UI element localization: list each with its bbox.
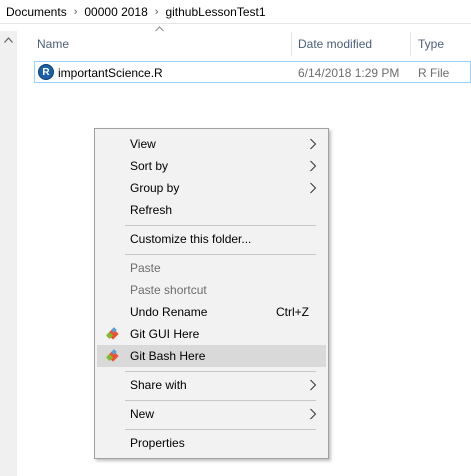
menu-item-sort-by-label: Sort by [130, 159, 169, 173]
menu-item-customize-label: Customize this folder... [130, 232, 252, 246]
menu-item-undo-rename-shortcut: Ctrl+Z [276, 305, 309, 319]
menu-item-git-gui-label: Git GUI Here [130, 327, 200, 341]
menu-item-git-bash-here[interactable]: Git Bash Here [97, 345, 326, 367]
breadcrumb-item-documents[interactable]: Documents [6, 5, 67, 19]
column-header-date-label: Date modified [298, 37, 373, 51]
menu-item-refresh[interactable]: Refresh [97, 199, 326, 221]
menu-item-group-by-label: Group by [130, 181, 180, 195]
git-logo-icon [106, 327, 119, 340]
menu-item-sort-by[interactable]: Sort by [97, 155, 326, 177]
chevron-right-icon[interactable]: › [155, 6, 159, 18]
navigation-pane-scrollbar[interactable] [0, 31, 17, 476]
menu-item-git-gui-here[interactable]: Git GUI Here [97, 323, 326, 345]
column-header-name-label: Name [37, 37, 70, 51]
context-menu: View Sort by Group by Refresh Customize … [94, 128, 329, 459]
menu-item-new-label: New [130, 407, 155, 421]
menu-separator [125, 371, 316, 372]
menu-item-new[interactable]: New [97, 403, 326, 425]
menu-item-paste-shortcut: Paste shortcut [97, 279, 326, 301]
menu-item-paste-shortcut-label: Paste shortcut [130, 283, 207, 297]
menu-separator [125, 400, 316, 401]
menu-item-view-label: View [130, 137, 156, 151]
column-header-type[interactable]: Type [418, 32, 471, 56]
menu-separator [125, 225, 316, 226]
menu-item-customize-folder[interactable]: Customize this folder... [97, 228, 326, 250]
chevron-right-icon[interactable]: › [74, 6, 78, 18]
menu-item-paste: Paste [97, 257, 326, 279]
menu-item-git-bash-label: Git Bash Here [130, 349, 206, 363]
chevron-right-icon [310, 138, 317, 150]
chevron-right-icon [310, 182, 317, 194]
file-type: R File [418, 66, 450, 80]
column-divider[interactable] [291, 32, 292, 56]
column-divider[interactable] [410, 32, 411, 56]
r-file-icon-letter: R [42, 66, 50, 78]
menu-item-undo-rename[interactable]: Undo Rename Ctrl+Z [97, 301, 326, 323]
menu-item-properties-label: Properties [130, 436, 185, 450]
column-header-date-modified[interactable]: Date modified [298, 32, 410, 56]
chevron-right-icon [310, 160, 317, 172]
menu-item-share-with-label: Share with [130, 378, 187, 392]
menu-separator [125, 429, 316, 430]
breadcrumb-item-githublessontest1[interactable]: githubLessonTest1 [165, 5, 265, 19]
breadcrumb-item-00000-2018[interactable]: 00000 2018 [84, 5, 147, 19]
column-header-name[interactable]: Name [37, 32, 291, 56]
menu-item-view[interactable]: View [97, 133, 326, 155]
menu-item-properties[interactable]: Properties [97, 432, 326, 454]
git-logo-icon [106, 349, 119, 362]
column-header-type-label: Type [418, 37, 445, 51]
menu-item-paste-label: Paste [130, 261, 161, 275]
menu-item-share-with[interactable]: Share with [97, 374, 326, 396]
menu-item-group-by[interactable]: Group by [97, 177, 326, 199]
chevron-right-icon [310, 408, 317, 420]
chevron-right-icon [310, 379, 317, 391]
breadcrumb: Documents › 00000 2018 › githubLessonTes… [0, 0, 471, 24]
menu-item-undo-rename-label: Undo Rename [130, 305, 208, 319]
file-date-modified: 6/14/2018 1:29 PM [298, 66, 400, 80]
file-name[interactable]: importantScience.R [58, 66, 163, 80]
caret-up-icon[interactable] [0, 31, 17, 48]
menu-separator [125, 254, 316, 255]
r-file-icon: R [38, 64, 54, 80]
menu-item-refresh-label: Refresh [130, 203, 173, 217]
